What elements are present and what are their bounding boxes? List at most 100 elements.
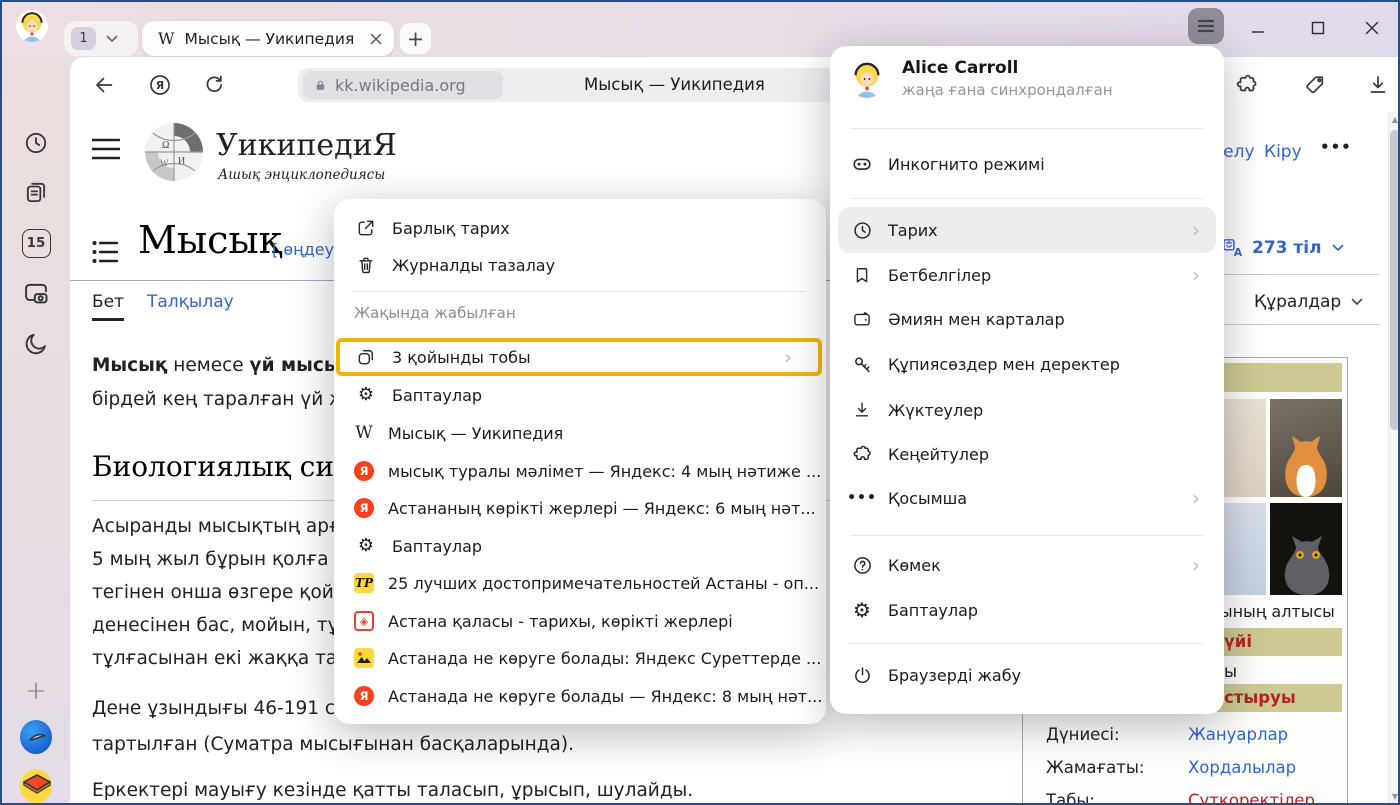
paragraph-2-line-2: 5 мың жыл бұрын қолға үй [92,549,357,570]
calendar-badge[interactable]: 15 [20,227,52,259]
history-item[interactable]: Я Астанада не көруге болады — Яндекс: 8 … [354,678,806,714]
menu-item-more[interactable]: ••• Қосымша › [850,480,1200,516]
paragraph-2-line-3: тегінен онша өзгере қойма [92,582,359,603]
menu-item-downloads[interactable]: Жүктеулер [850,392,1200,428]
infobox-row-label: Табы: [1046,791,1095,805]
yandex-favicon: Я [354,686,374,706]
tab-close-icon[interactable] [370,33,382,45]
browser-menu-button[interactable] [1188,8,1224,44]
tab-talk[interactable]: Талқылау [147,292,234,312]
yandex-search-icon[interactable]: Я [148,73,172,97]
external-link-icon [354,216,378,240]
menu-item-close-browser[interactable]: Браузерді жабу [850,657,1200,693]
profile-avatar[interactable] [16,10,48,42]
translate-icon: A [1222,238,1244,258]
collections-tag-icon[interactable] [1303,73,1327,97]
back-icon[interactable] [92,73,116,97]
chevron-down-icon [1351,298,1363,306]
minimize-button[interactable] [1248,18,1268,38]
paragraph-1-line-2: бірдей кең таралған үй жа [92,389,357,410]
history-item[interactable]: TP 25 лучших достопримечательностей Аста… [354,565,806,601]
cat-photo-grey[interactable] [1270,503,1342,595]
profile-avatar [848,60,886,98]
infobox-row-label: Дүниесі: [1046,725,1120,744]
notes-icon[interactable] [20,177,52,209]
profile-row[interactable]: Alice Carroll жаңа ғана синхрондалған [848,58,1200,99]
svg-text:Я: Я [156,79,164,92]
history-icon[interactable] [20,127,52,159]
wikipedia-favicon: W [158,29,174,48]
scrollbar-thumb[interactable] [1390,130,1400,430]
tab-page[interactable]: Бет [92,292,124,321]
chevron-down-icon[interactable] [106,35,118,43]
new-tab-button[interactable]: + [400,23,431,54]
history-item[interactable]: ⚙ Баптаулар [354,377,806,413]
history-item[interactable]: Астанада не көруге болады: Яндекс Суретт… [354,640,806,676]
menu-item-tab-group[interactable]: 3 қойынды тобы › [354,339,806,375]
menu-item-history[interactable]: Тарих › [850,212,1200,248]
extensions-puzzle-icon[interactable] [1235,73,1259,97]
browser-window: 1 W Мысық — Уикипедия + 15 + ••• [0,0,1400,805]
trash-icon [354,253,378,277]
login-link[interactable]: Кіру [1264,142,1302,162]
sidebar-add-icon[interactable]: + [20,675,52,707]
download-icon [850,398,874,422]
menu-item-passwords[interactable]: Құпиясөздер мен деректер [850,346,1200,382]
clock-icon [850,218,874,242]
diamond-favicon: ◈ [354,611,374,631]
menu-item-incognito[interactable]: Инкогнито режимі [850,146,1200,182]
yandex-mail-icon[interactable] [20,770,52,802]
history-item[interactable]: ◈ Астана қаласы - тарихы, көрікті жерлер… [354,603,806,639]
infobox-row-value[interactable]: Жануарлар [1188,725,1288,744]
menu-divider [354,291,806,292]
wiki-hamburger-icon[interactable] [92,138,120,160]
history-item[interactable]: Я Астананың көрікті жерлері — Яндекс: 6 … [354,490,806,526]
paragraph-1-line-1: Мысық немесе үй мысы [92,355,341,376]
downloads-icon[interactable] [1366,73,1390,97]
close-button[interactable] [1362,18,1382,38]
infobox-bar-2-text[interactable]: стыруы [1224,688,1296,707]
wikipedia-wordmark[interactable]: УикипедиЯ [216,128,397,163]
menu-item-help[interactable]: Көмек › [850,547,1200,583]
tools-button[interactable]: Құралдар [1254,292,1363,312]
menu-item-all-history[interactable]: Барлық тарих [354,210,806,246]
toc-icon[interactable] [92,240,118,264]
tab-count-badge: 1 [71,27,96,50]
menu-divider [850,535,1204,536]
menu-item-extensions[interactable]: Кеңейтулер [850,436,1200,472]
paragraph-2-line-1: Асыранды мысықтың арғы [92,516,355,537]
yandex-disk-icon[interactable] [20,721,52,753]
menu-item-wallet[interactable]: Әмиян мен карталар [850,301,1200,337]
wikipedia-globe-logo[interactable]: ΩИW [142,120,206,184]
paragraph-2-line-4: денесінен бас, мойын, тұл [92,615,350,636]
maximize-button[interactable] [1308,18,1328,38]
dark-mode-moon-icon[interactable] [20,327,52,359]
scroll-up-icon[interactable]: ▲ [1389,115,1400,124]
infobox-row-value-redlink[interactable]: Сүтқоректілер [1188,791,1315,805]
scroll-down-icon[interactable]: ▼ [1389,792,1400,801]
url-text: kk.wikipedia.org [335,76,466,95]
menu-item-bookmarks[interactable]: Бетбелгілер › [850,257,1200,293]
tab-group-pill[interactable]: 1 [64,21,138,56]
puzzle-icon [850,442,874,466]
gear-icon: ⚙ [354,383,378,407]
history-item[interactable]: Я мысық туралы мәлімет — Яндекс: 4 мың н… [354,453,806,489]
infobox-row-value[interactable]: Хордалылар [1188,758,1296,777]
infobox-bar-1-text[interactable]: үйі [1224,632,1252,651]
tab-title: Мысық — Уикипедия [184,30,354,48]
refresh-icon[interactable] [202,73,226,97]
menu-item-settings[interactable]: ⚙ Баптаулар [850,592,1200,628]
menu-divider [850,643,1204,644]
active-tab[interactable]: W Мысық — Уикипедия [142,21,394,56]
screenshot-icon[interactable] [20,277,52,309]
url-chip[interactable]: kk.wikipedia.org [303,71,503,99]
paragraph-3-line-1: Дене ұзындығы 46-191 см [92,698,349,719]
languages-button[interactable]: A 273 тіл [1222,238,1344,258]
profile-sync-status: жаңа ғана синхрондалған [902,81,1113,99]
account-more-icon[interactable]: ••• [1320,138,1352,156]
history-item[interactable]: W Мысық — Уикипедия [354,415,806,451]
history-item[interactable]: ⚙ Баптаулар [354,528,806,564]
wikipedia-favicon: W [354,423,374,443]
menu-item-clear-journal[interactable]: Журналды тазалау [354,247,806,283]
cat-photo-orange-white[interactable] [1270,399,1342,497]
